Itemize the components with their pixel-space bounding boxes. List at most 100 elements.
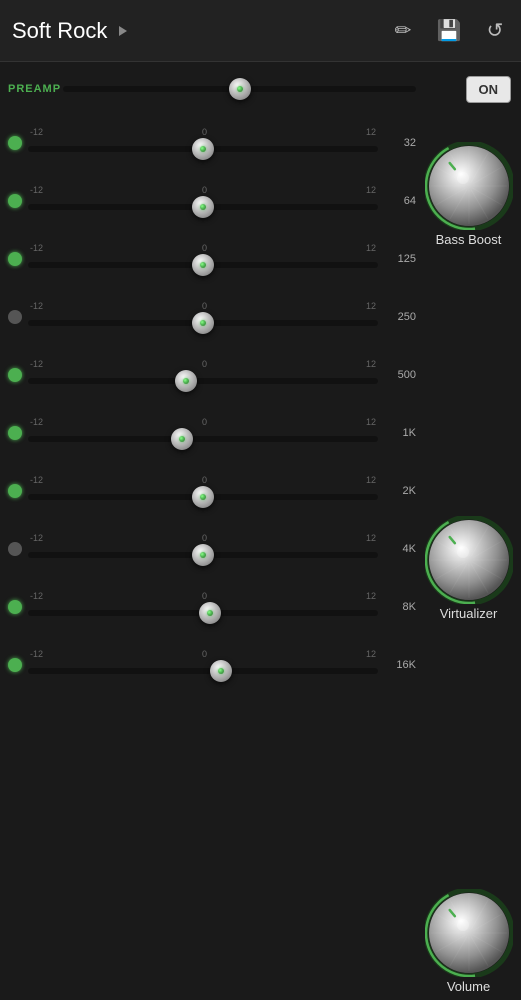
freq-label-16K: 16K [384, 659, 416, 671]
ticks-64: -12012 [28, 185, 378, 195]
tick-left: -12 [30, 533, 43, 543]
ticks-4K: -12012 [28, 533, 378, 543]
thumb-125[interactable] [192, 254, 214, 276]
preamp-slider-container [63, 79, 416, 99]
knob-label-virtualizer: Virtualizer [440, 606, 498, 621]
app-header: Soft Rock ✏ 💾 ↺ [0, 0, 521, 62]
slider-container-4K: -12012 [28, 533, 378, 565]
slider-container-250: -12 0 12 [28, 301, 378, 333]
tick-left: -12 [30, 301, 43, 311]
knob-bass-boost[interactable] [425, 142, 513, 230]
tick-left: -12 [30, 243, 43, 253]
tick-right: 12 [366, 591, 376, 601]
tick-right: 12 [366, 533, 376, 543]
thumb-32[interactable] [192, 138, 214, 160]
tick-left: -12 [30, 359, 43, 369]
ticks-8K: -12012 [28, 591, 378, 601]
band-dot-250[interactable] [8, 310, 22, 324]
bands-container: -1201232-1201264-12012125-12012250-12012… [8, 114, 416, 694]
preamp-slider-track-wrap [63, 79, 416, 99]
band-row-32: -1201232 [8, 114, 416, 172]
preamp-slider-thumb[interactable] [229, 78, 251, 100]
edit-icon[interactable]: ✏ [389, 17, 417, 45]
band-dot-8K[interactable] [8, 600, 22, 614]
band-dot-1K[interactable] [8, 426, 22, 440]
band-row-1K: -12012 1K [8, 404, 416, 462]
freq-label-2K: 2K [384, 485, 416, 497]
thumb-64[interactable] [192, 196, 214, 218]
tick-center: 0 [202, 301, 207, 311]
slider-container-2K: -12012 [28, 475, 378, 507]
reset-icon[interactable]: ↺ [481, 17, 509, 45]
knob-slot-virtualizer: Virtualizer [425, 516, 513, 621]
tick-right: 12 [366, 185, 376, 195]
tick-left: -12 [30, 649, 43, 659]
tick-center: 0 [202, 243, 207, 253]
band-dot-4K[interactable] [8, 542, 22, 556]
thumb-16K[interactable] [210, 660, 232, 682]
tick-left: -12 [30, 417, 43, 427]
on-button[interactable]: ON [466, 76, 512, 103]
freq-label-250: 250 [384, 311, 416, 323]
slider-container-125: -12012 [28, 243, 378, 275]
tick-center: 0 [202, 127, 207, 137]
knob-slot-bass-boost: Bass Boost [425, 142, 513, 247]
ticks-1K: -12012 [28, 417, 378, 427]
band-row-64: -1201264 [8, 172, 416, 230]
band-row-125: -12012125 [8, 230, 416, 288]
tick-right: 12 [366, 649, 376, 659]
tick-left: -12 [30, 127, 43, 137]
freq-label-1K: 1K [384, 427, 416, 439]
track-wrap-500 [28, 371, 378, 391]
eq-section: PREAMP -1201232-1201264-12012125-1201225… [0, 62, 416, 1000]
track-wrap-250 [28, 313, 378, 333]
main-content: PREAMP -1201232-1201264-12012125-1201225… [0, 62, 521, 1000]
track-wrap-4K [28, 545, 378, 565]
slider-container-1K: -12012 [28, 417, 378, 449]
band-dot-16K[interactable] [8, 658, 22, 672]
band-row-4K: -120124K [8, 520, 416, 578]
tick-right: 12 [366, 417, 376, 427]
track-wrap-32 [28, 139, 378, 159]
track-125 [28, 262, 378, 268]
freq-label-8K: 8K [384, 601, 416, 613]
knob-virtualizer[interactable] [425, 516, 513, 604]
tick-right: 12 [366, 301, 376, 311]
band-dot-500[interactable] [8, 368, 22, 382]
thumb-4K[interactable] [192, 544, 214, 566]
track-64 [28, 204, 378, 210]
slider-container-64: -12012 [28, 185, 378, 217]
band-dot-64[interactable] [8, 194, 22, 208]
band-dot-2K[interactable] [8, 484, 22, 498]
knobs-wrapper: Bass Boost Virtualizer [416, 114, 521, 994]
dropdown-arrow-icon[interactable] [119, 26, 127, 36]
freq-label-125: 125 [384, 253, 416, 265]
band-dot-125[interactable] [8, 252, 22, 266]
tick-right: 12 [366, 359, 376, 369]
on-btn-container: ON [416, 68, 521, 110]
slider-container-16K: -12 0 12 [28, 649, 378, 681]
thumb-8K[interactable] [199, 602, 221, 624]
header-left: Soft Rock [12, 18, 127, 44]
knobs-section: ON Bass Boost [416, 62, 521, 1000]
knob-volume[interactable] [425, 889, 513, 977]
thumb-2K[interactable] [192, 486, 214, 508]
track-32 [28, 146, 378, 152]
track-wrap-8K [28, 603, 378, 623]
band-row-16K: -12 0 12 16K [8, 636, 416, 694]
track-16K [28, 668, 378, 674]
thumb-1K[interactable] [171, 428, 193, 450]
thumb-500[interactable] [175, 370, 197, 392]
thumb-250[interactable] [192, 312, 214, 334]
track-1K [28, 436, 378, 442]
ticks-2K: -12012 [28, 475, 378, 485]
save-icon[interactable]: 💾 [435, 17, 463, 45]
ticks-32: -12012 [28, 127, 378, 137]
slider-container-32: -12012 [28, 127, 378, 159]
track-500 [28, 378, 378, 384]
track-4K [28, 552, 378, 558]
band-dot-32[interactable] [8, 136, 22, 150]
tick-center: 0 [202, 649, 207, 659]
tick-left: -12 [30, 185, 43, 195]
ticks-125: -12012 [28, 243, 378, 253]
